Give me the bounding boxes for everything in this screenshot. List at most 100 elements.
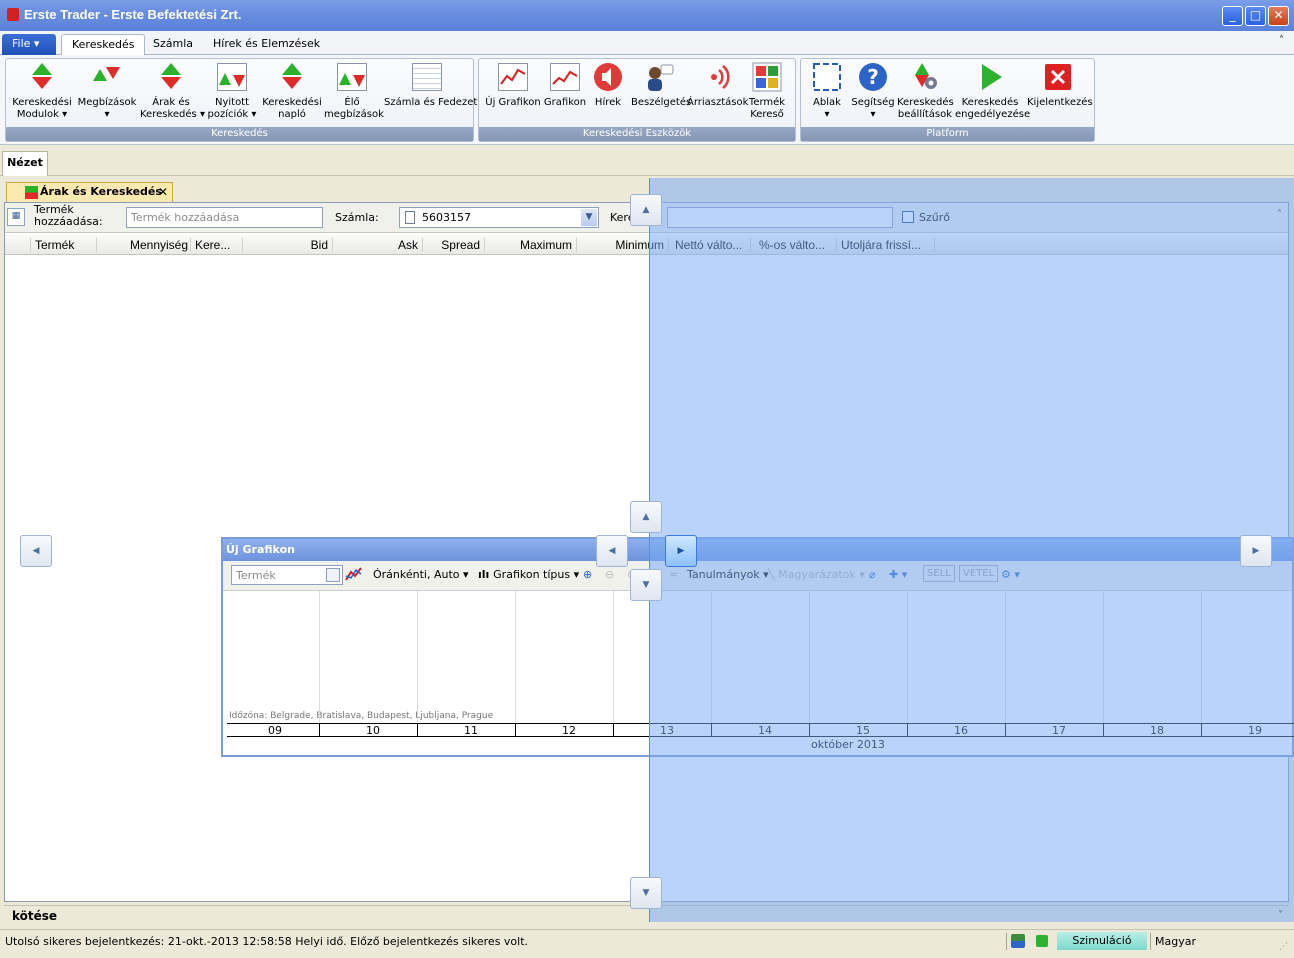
dock-center-top-button[interactable]: ▲ <box>630 501 662 533</box>
axis-tick <box>319 724 320 737</box>
chevron-down-icon[interactable]: ˅ <box>1278 906 1283 926</box>
col-minimum[interactable]: Minimum <box>577 238 669 252</box>
logout-button[interactable]: Kijelentkezés <box>1027 61 1093 109</box>
dock-top-button[interactable]: ▲ <box>630 194 662 226</box>
close-icon[interactable]: ✕ <box>158 183 168 201</box>
add-product-input[interactable]: Termék hozzáadása <box>126 207 323 228</box>
dock-center-left-button[interactable]: ◀ <box>596 535 628 567</box>
tab-view[interactable]: Nézet <box>2 151 48 176</box>
search-input[interactable] <box>667 207 893 228</box>
btn-label: Árak és <box>152 97 190 108</box>
chart-icon <box>549 61 581 93</box>
account-margin-button[interactable]: Számla és Fedezet <box>384 61 477 109</box>
filter-checkbox[interactable] <box>902 211 914 223</box>
tab-kereskedes[interactable]: Kereskedés <box>61 34 146 55</box>
col-maximum[interactable]: Maximum <box>485 238 577 252</box>
file-menu-button[interactable]: File ▾ <box>2 34 56 55</box>
btn-label: Élő <box>344 97 360 108</box>
chart-button[interactable]: Grafikon <box>543 61 587 109</box>
btn-label: Grafikon <box>543 97 587 108</box>
dock-center-bottom-button[interactable]: ▼ <box>630 569 662 601</box>
axis-tick <box>613 724 614 737</box>
btn-label: Árriasztások <box>687 97 749 108</box>
tab-hirek[interactable]: Hírek és Elemzések <box>203 34 330 55</box>
play-icon <box>974 61 1006 93</box>
collapse-icon[interactable]: ˄ <box>1277 209 1282 220</box>
dropdown-icon: ▾ <box>824 109 830 120</box>
chat-button[interactable]: Beszélgetés <box>631 61 692 109</box>
language-label: Magyar <box>1155 935 1196 948</box>
live-orders-button[interactable]: Élő megbízások <box>324 61 384 121</box>
chevron-down-icon[interactable]: ▼ <box>581 209 597 226</box>
doc-tab-label: Árak és Kereskedés <box>40 185 162 198</box>
chevron-right-icon: ▶ <box>1252 546 1260 556</box>
chart-plot-area[interactable]: Időzóna: Belgrade, Bratislava, Budapest,… <box>223 539 1294 755</box>
col-quantity[interactable]: Mennyiség <box>97 238 191 252</box>
col-net-change[interactable]: Nettó válto... <box>671 238 751 252</box>
doc-tab-icon <box>25 186 38 199</box>
trading-modules-icon <box>26 61 58 93</box>
product-finder-button[interactable]: Termék Kereső <box>747 61 787 121</box>
prices-trading-icon <box>155 61 187 93</box>
btn-label: Nyitott <box>214 97 250 108</box>
col-spread[interactable]: Spread <box>423 238 485 252</box>
btn-label: Beszélgetés <box>631 97 692 108</box>
col-product[interactable]: Termék <box>35 238 97 252</box>
dock-center-right-button[interactable]: ▶ <box>665 535 697 567</box>
trading-journal-button[interactable]: Kereskedési napló <box>262 61 322 121</box>
btn-label: Segítség <box>851 97 895 108</box>
close-button[interactable]: ✕ <box>1268 6 1289 26</box>
axis-day-label: 15 <box>856 724 870 737</box>
status-separator <box>1006 933 1007 950</box>
orders-button[interactable]: Megbízások ▾ <box>76 61 138 121</box>
open-positions-button[interactable]: Nyitott pozíciók ▾ <box>204 61 260 121</box>
btn-label: megbízások <box>324 109 384 120</box>
tab-szamla[interactable]: Számla <box>143 34 203 55</box>
column-handle <box>5 238 31 252</box>
group-platform: Ablak ▾ ? Segítség ▾ Kereskedés beállítá… <box>800 58 1095 142</box>
dock-right-button[interactable]: ▶ <box>1240 535 1272 567</box>
grid-view-icon[interactable]: ▦ <box>7 208 25 226</box>
document-icon <box>405 211 415 224</box>
new-chart-button[interactable]: Új Grafikon <box>483 61 543 109</box>
col-last-updated[interactable]: Utoljára frissí... <box>837 238 935 252</box>
axis-tick <box>711 724 712 737</box>
maximize-button[interactable]: □ <box>1245 6 1266 26</box>
help-icon: ? <box>857 61 889 93</box>
btn-label: Modulok ▾ <box>16 109 68 120</box>
window-icon <box>811 61 843 93</box>
axis-day-label: 09 <box>268 724 282 737</box>
price-alerts-button[interactable]: Árriasztások <box>687 61 749 109</box>
prices-trading-button[interactable]: Árak és Kereskedés ▾ <box>140 61 205 121</box>
add-product-label-line: hozzáadása: <box>34 215 103 228</box>
resize-grip-icon[interactable]: ⋰ <box>1279 936 1288 958</box>
dropdown-icon: ▾ <box>104 109 110 120</box>
btn-label: Kereskedés <box>961 97 1019 108</box>
ribbon-collapse-icon[interactable]: ˄ <box>1279 35 1284 46</box>
view-bar: Nézet <box>0 146 1294 176</box>
window-button[interactable]: Ablak ▾ <box>807 61 847 121</box>
account-select[interactable]: 5603157 ▼ <box>399 207 599 228</box>
grid-line <box>319 591 320 723</box>
col-ask[interactable]: Ask <box>333 238 423 252</box>
trading-settings-button[interactable]: Kereskedés beállítások <box>897 61 954 121</box>
column-header-row: Termék Mennyiség Kere... Bid Ask Spread … <box>5 235 1288 255</box>
filter-label: Szűrő <box>919 211 950 224</box>
col-pct-change[interactable]: %-os válto... <box>751 238 837 252</box>
group-label: Kereskedés <box>6 127 473 141</box>
group-label: Platform <box>801 127 1094 141</box>
chart-window[interactable]: Új Grafikon Termék Óránkénti, Auto ▾ ılı… <box>221 537 1294 757</box>
col-bid[interactable]: Bid <box>243 238 333 252</box>
dock-bottom-button[interactable]: ▼ <box>630 877 662 909</box>
minimize-button[interactable]: _ <box>1222 6 1243 26</box>
chevron-right-icon: ▶ <box>677 546 685 556</box>
col-trade[interactable]: Kere... <box>191 238 243 252</box>
news-button[interactable]: Hírek <box>589 61 627 109</box>
btn-label: Kereskedés <box>897 97 954 108</box>
account-margin-icon <box>411 61 443 93</box>
dock-left-button[interactable]: ◀ <box>20 535 52 567</box>
help-button[interactable]: ? Segítség ▾ <box>851 61 895 121</box>
trading-modules-button[interactable]: Kereskedési Modulok ▾ <box>12 61 72 121</box>
enable-trading-button[interactable]: Kereskedés engedélyezése <box>955 61 1030 121</box>
doc-tab-prices-trading[interactable]: Árak és Kereskedés ✕ <box>6 182 173 202</box>
